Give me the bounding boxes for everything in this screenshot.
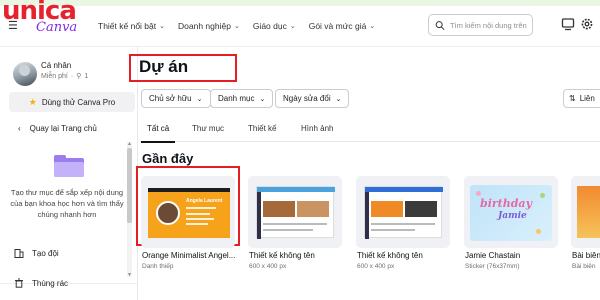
web-design-thumbnail: [256, 186, 335, 239]
web-design-thumbnail: [364, 186, 443, 239]
design-card-untitled-1[interactable]: [248, 176, 342, 248]
card-title[interactable]: Thiết kế không tên: [249, 251, 315, 260]
folder-illustration-icon: [54, 155, 84, 177]
user-name: Cá nhân: [41, 61, 72, 70]
trash-icon: [15, 278, 23, 288]
chevron-left-icon: ‹: [18, 124, 21, 133]
card-subtitle: Bài biên: [572, 263, 596, 270]
nav-plans-pricing[interactable]: Gói và mức giá ⌄: [309, 21, 376, 31]
sidebar-scrollbar[interactable]: ▲ ▼: [127, 141, 132, 278]
crown-icon: ★: [28, 96, 37, 107]
sort-button[interactable]: ⇅ Liên: [563, 89, 600, 108]
user-meta: Miễn phí · ⚲ 1: [41, 72, 89, 81]
card-title[interactable]: Jamie Chastain: [465, 251, 520, 260]
chevron-down-icon: ⌄: [289, 23, 296, 30]
sort-label: Liên: [579, 94, 595, 103]
page-title: Dự án: [139, 57, 189, 76]
user-count: 1: [84, 72, 89, 80]
desktop-app-icon[interactable]: [561, 17, 575, 31]
search-input[interactable]: [450, 20, 532, 30]
tab-all[interactable]: Tất cả: [140, 124, 176, 143]
nav-label: Thiết kế nổi bật: [98, 21, 157, 31]
search-icon: [435, 20, 445, 30]
card-subtitle: 600 x 400 px: [249, 263, 287, 270]
sticker-text: birthday: [480, 197, 532, 210]
filter-category-dropdown[interactable]: Danh mục ⌄: [210, 89, 274, 108]
dot-separator: ·: [70, 72, 74, 80]
back-to-home-link[interactable]: ‹ Quay lại Trang chủ: [18, 124, 97, 133]
sidebar-item-trash[interactable]: Thùng rác: [14, 278, 68, 288]
chevron-down-icon: ⌄: [335, 95, 342, 103]
nav-label: Giáo dục: [252, 21, 287, 31]
filter-label: Ngày sửa đổi: [283, 94, 331, 103]
card-title[interactable]: Bài biên: [572, 251, 600, 260]
chevron-down-icon: ⌄: [196, 95, 203, 103]
filter-date-modified-dropdown[interactable]: Ngày sửa đổi ⌄: [275, 89, 350, 108]
tab-folders[interactable]: Thư mục: [192, 124, 224, 133]
tab-designs[interactable]: Thiết kế: [248, 124, 276, 133]
design-card-untitled-2[interactable]: [356, 176, 450, 248]
sort-icon: ⇅: [569, 94, 576, 103]
hamburger-menu-icon[interactable]: ☰: [8, 19, 18, 32]
sticker-thumbnail: birthday Jamie: [470, 185, 552, 241]
avatar[interactable]: [13, 62, 37, 86]
chevron-down-icon: ⌄: [259, 95, 266, 103]
scroll-up-icon[interactable]: ▲: [127, 141, 132, 147]
card-subtitle: Sticker (76x37mm): [465, 263, 520, 270]
nav-education[interactable]: Giáo dục ⌄: [253, 21, 296, 31]
filter-label: Danh mục: [218, 94, 255, 103]
try-canva-pro-button[interactable]: ★ Dùng thử Canva Pro: [9, 92, 135, 112]
main-content: Dự án Chủ sở hữu ⌄ Danh mục ⌄ Ngày sửa đổi…: [129, 47, 600, 300]
scroll-down-icon[interactable]: ▼: [127, 272, 132, 278]
sidebar: Cá nhân Miễn phí · ⚲ 1 ★ Dùng thử Canva …: [0, 47, 138, 300]
try-pro-label: Dùng thử Canva Pro: [41, 97, 116, 107]
nav-label: Gói và mức giá: [308, 21, 367, 31]
user-plan: Miễn phí: [41, 72, 68, 80]
card-subtitle: Danh thiếp: [142, 263, 174, 270]
sidebar-item-team[interactable]: Tạo đội: [14, 248, 59, 258]
recent-section-title: Gần đây: [142, 151, 194, 166]
gear-icon[interactable]: [580, 17, 594, 31]
business-card-thumbnail: Angela Laurent: [148, 188, 230, 238]
empty-folder-text: Tạo thư mục để sắp xếp nội dung của bạn …: [10, 188, 124, 219]
design-card-business-card[interactable]: Angela Laurent: [141, 176, 235, 248]
sidebar-item-label: Tạo đội: [32, 248, 59, 258]
building-icon: [14, 249, 24, 258]
design-card-partial[interactable]: [571, 176, 600, 248]
nav-featured-designs[interactable]: Thiết kế nổi bật ⌄: [98, 21, 165, 31]
filter-owner-dropdown[interactable]: Chủ sở hữu ⌄: [141, 89, 211, 108]
logo-canva-text: Canva: [36, 20, 78, 35]
person-icon: ⚲: [76, 73, 82, 80]
top-navigation: Thiết kế nổi bật ⌄ Doanh nghiệp ⌄ Giáo dục…: [98, 16, 375, 36]
sticker-text: Jamie: [498, 211, 527, 221]
card-title[interactable]: Orange Minimalist Angel...: [142, 251, 235, 260]
chevron-down-icon: ⌄: [233, 23, 240, 30]
tab-images[interactable]: Hình ảnh: [301, 124, 333, 133]
bc-name-text: Angela Laurent: [186, 198, 223, 204]
scroll-thumb[interactable]: [127, 148, 132, 223]
card-subtitle: 600 x 400 px: [357, 263, 395, 270]
card-title[interactable]: Thiết kế không tên: [357, 251, 423, 260]
back-label: Quay lại Trang chủ: [29, 124, 97, 133]
content-tabs: Tất cả Thư mục Thiết kế Hình ảnh: [139, 120, 600, 143]
sidebar-item-label: Thùng rác: [32, 278, 69, 288]
design-card-sticker[interactable]: birthday Jamie: [464, 176, 558, 248]
search-box[interactable]: [428, 14, 533, 36]
chevron-down-icon: ⌄: [369, 23, 376, 30]
nav-business[interactable]: Doanh nghiệp ⌄: [178, 21, 240, 31]
chevron-down-icon: ⌄: [159, 23, 165, 30]
filter-label: Chủ sở hữu: [149, 94, 192, 103]
nav-label: Doanh nghiệp: [178, 21, 231, 31]
